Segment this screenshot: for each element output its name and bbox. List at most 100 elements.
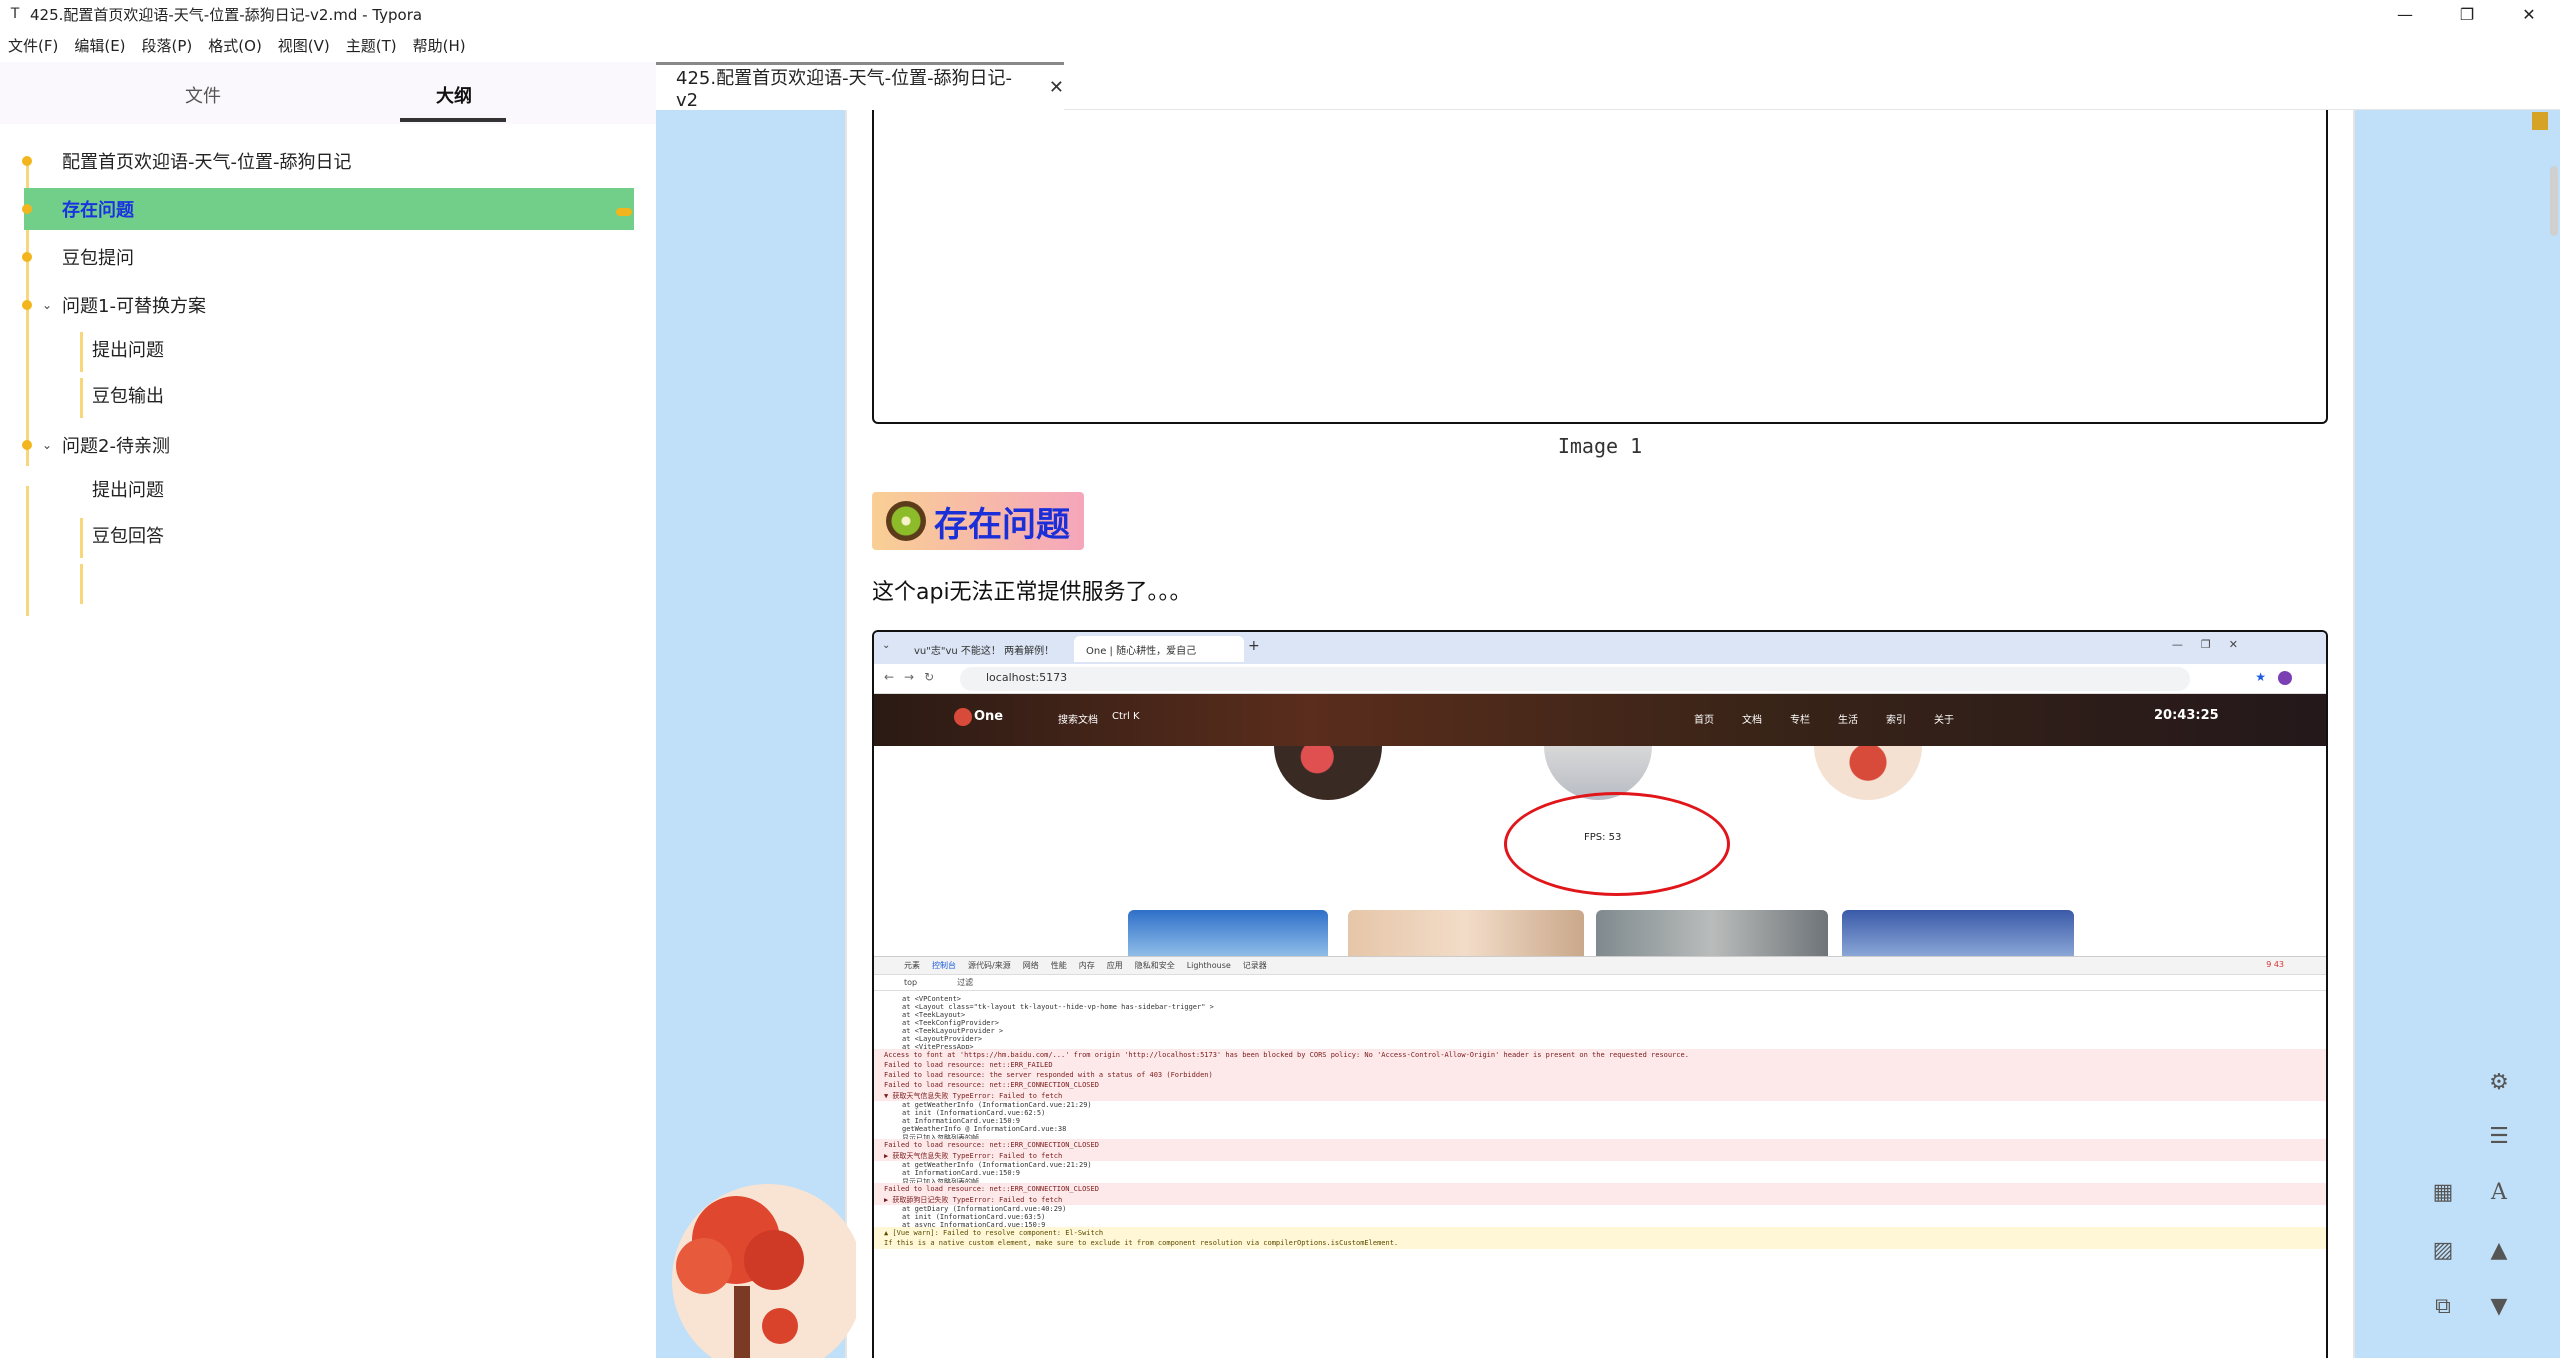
outline-item[interactable]: 配置首页欢迎语-天气-位置-舔狗日记 (62, 148, 351, 174)
outline-item-active[interactable]: 存在问题 (62, 196, 134, 222)
outline-bullet-icon (22, 156, 32, 166)
browser-tab-active: One | 随心耕性，爱自己 (1074, 636, 1244, 662)
outline-bullet-icon (22, 440, 32, 450)
typora-app-icon: T (10, 6, 20, 22)
outline-guide-line (80, 518, 83, 558)
console-line: at InformationCard.vue:150:9 (902, 1169, 1021, 1177)
scrollbar-thumb[interactable] (2550, 166, 2558, 236)
site-nav-item: 文档 (1742, 715, 1762, 726)
thumbnail (1842, 910, 2074, 956)
image-frame[interactable] (872, 110, 2328, 424)
menu-bar: 文件(F) 编辑(E) 段落(P) 格式(O) 视图(V) 主题(T) 帮助(H… (0, 28, 2560, 62)
close-window-button[interactable]: ✕ (2498, 0, 2560, 28)
devtools-tab: 网络 (1022, 961, 1039, 970)
outline-item[interactable]: 豆包回答 (92, 522, 164, 548)
console-line: Failed to load resource: net::ERR_CONNEC… (884, 1185, 1099, 1193)
heading-2[interactable]: 存在问题 (872, 492, 1084, 550)
profile-avatar-icon (2278, 671, 2292, 685)
menu-help[interactable]: 帮助(H) (413, 35, 466, 56)
maximize-button[interactable]: ❐ (2436, 0, 2498, 28)
devtools-panel: 元素 控制台 源代码/来源 网络 性能 内存 应用 隐私和安全 Lighthou… (874, 956, 2326, 1358)
site-nav-item: 生活 (1838, 715, 1858, 726)
outline-guide-line (80, 378, 83, 418)
browser-tab-strip: ⌄ vu"志"vu 不能这！ 两着解例！ One | 随心耕性，爱自己 + —❐… (874, 632, 2326, 664)
console-row-band (874, 1193, 2326, 1205)
outline-bullet-icon (22, 252, 32, 262)
menu-file[interactable]: 文件(F) (8, 35, 58, 56)
devtools-tab: 元素 (904, 961, 920, 970)
devtools-tab: 内存 (1078, 961, 1095, 970)
menu-format[interactable]: 格式(O) (208, 35, 262, 56)
console-line: at init (InformationCard.vue:62:5) (902, 1109, 1046, 1117)
site-logo-icon (954, 708, 972, 726)
menu-paragraph[interactable]: 段落(P) (142, 35, 193, 56)
outline-guide-line (26, 486, 29, 616)
active-marker-icon (616, 208, 632, 216)
outline-bullet-icon (22, 204, 32, 214)
tab-outline[interactable]: 大纲 (436, 82, 472, 108)
console-line: at <VPContent> (902, 995, 962, 1003)
site-nav-item: 关于 (1934, 715, 1954, 726)
outline-guide-line (80, 564, 83, 604)
menu-view[interactable]: 视图(V) (278, 35, 330, 56)
devtools-tab: 控制台 (932, 961, 956, 970)
console-line: getWeatherInfo @ InformationCard.vue:38 (902, 1125, 1067, 1133)
font-icon[interactable]: A (2481, 1174, 2517, 1210)
console-line: at <LayoutProvider> (902, 1035, 983, 1043)
scrollbar-track[interactable] (2548, 110, 2560, 1358)
arrow-up-icon[interactable]: ▲ (2481, 1232, 2517, 1268)
outline-item[interactable]: 豆包提问 (62, 244, 134, 270)
tab-files[interactable]: 文件 (185, 82, 221, 108)
title-bar: T 425.配置首页欢迎语-天气-位置-舔狗日记-v2.md - Typora … (0, 0, 2560, 28)
devtools-tab: 隐私和安全 (1134, 961, 1175, 970)
chevron-down-icon[interactable]: ⌄ (42, 298, 52, 312)
outline-item[interactable]: 问题1-可替换方案 (62, 292, 206, 318)
arrow-down-icon[interactable]: ▼ (2481, 1288, 2517, 1324)
console-line: at getWeatherInfo (InformationCard.vue:2… (902, 1161, 1092, 1169)
outline-item[interactable]: 提出问题 (92, 476, 164, 502)
chevron-down-icon[interactable]: ⌄ (42, 438, 52, 452)
console-line: ▶ 获取天气信息失败 TypeError: Failed to fetch (884, 1152, 1063, 1160)
console-line: at <TeekLayoutProvider > (902, 1027, 1004, 1035)
site-nav-item: 专栏 (1790, 715, 1810, 726)
console-line: Failed to load resource: the server resp… (884, 1071, 1213, 1079)
close-icon[interactable]: ✕ (1049, 77, 1064, 98)
site-shortcut: Ctrl K (1112, 711, 1140, 722)
outline-item[interactable]: 问题2-待亲测 (62, 432, 170, 458)
outline-guide-line (26, 226, 29, 466)
devtools-tab: 应用 (1106, 961, 1123, 970)
sitemap-icon[interactable]: ⧉ (2425, 1288, 2461, 1324)
image-icon[interactable]: ▨ (2425, 1232, 2461, 1268)
browser-window-controls: —❐✕ (2171, 638, 2256, 651)
sidebar: 文件 大纲 配置首页欢迎语-天气-位置-舔狗日记 存在问题 豆包提问 ⌄ 问题1… (0, 62, 656, 1358)
console-line: at InformationCard.vue:150:9 (902, 1117, 1021, 1125)
window-title: 425.配置首页欢迎语-天气-位置-舔狗日记-v2.md - Typora (30, 5, 423, 24)
active-tab-indicator (400, 118, 506, 122)
devtools-tab: 源代码/来源 (968, 961, 1011, 970)
outline-icon[interactable]: ☰ (2481, 1118, 2517, 1154)
console-line: ▼ 获取天气信息失败 TypeError: Failed to fetch (884, 1092, 1063, 1100)
filter-input: 过滤 (957, 978, 974, 987)
bookmark-icon (2532, 112, 2548, 130)
devtools-tab: 性能 (1050, 961, 1067, 970)
document-tab[interactable]: 425.配置首页欢迎语-天气-位置-舔狗日记-v2 ✕ (656, 62, 1064, 111)
outline-item[interactable]: 提出问题 (92, 336, 164, 362)
highlight-ellipse (1504, 792, 1730, 896)
console-line: at <TeekConfigProvider> (902, 1019, 999, 1027)
menu-edit[interactable]: 编辑(E) (74, 35, 125, 56)
console-row-band (874, 1089, 2326, 1101)
outline-item[interactable]: 豆包输出 (92, 382, 164, 408)
paragraph[interactable]: 这个api无法正常提供服务了。。。 (872, 574, 1192, 606)
console-row-band (874, 1149, 2326, 1161)
thumbnail (1348, 910, 1584, 956)
minimize-button[interactable]: — (2374, 0, 2436, 28)
menu-theme[interactable]: 主题(T) (346, 35, 397, 56)
document-tab-label: 425.配置首页欢迎语-天气-位置-舔狗日记-v2 (676, 68, 1013, 111)
devtools-filter-bar: top 过滤 (874, 975, 2326, 991)
gear-icon[interactable]: ⚙ (2481, 1064, 2517, 1100)
outline-bullet-icon (22, 300, 32, 310)
table-icon[interactable]: ▦ (2425, 1174, 2461, 1210)
embedded-screenshot[interactable]: ⌄ vu"志"vu 不能这！ 两着解例！ One | 随心耕性，爱自己 + —❐… (872, 630, 2328, 1358)
context-select: top (904, 978, 918, 987)
sidebar-tabs: 文件 大纲 (0, 62, 656, 124)
